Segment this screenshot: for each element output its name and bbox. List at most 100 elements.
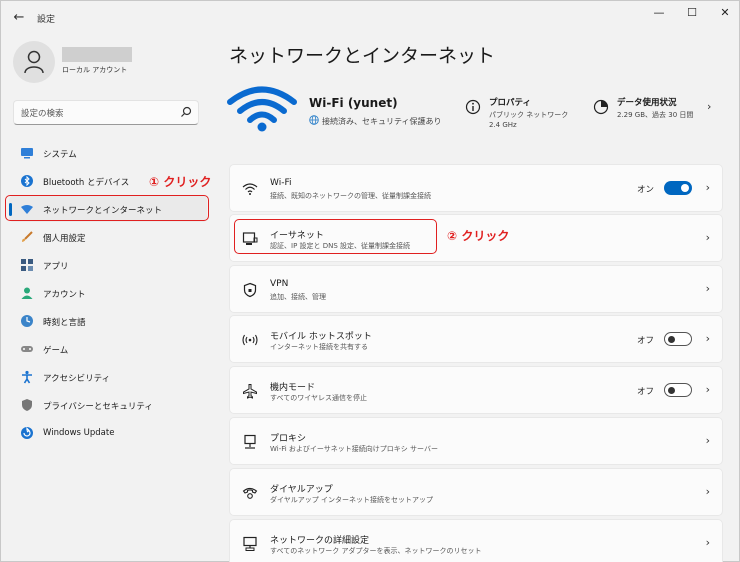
annotation-step-1: ① クリック	[149, 175, 212, 189]
sidebar-item-label: 時刻と言語	[43, 318, 86, 328]
sidebar-item-label: プライバシーとセキュリティ	[43, 402, 153, 412]
close-icon[interactable]: ✕	[714, 5, 736, 21]
app-title: 設定	[37, 15, 56, 25]
info-icon[interactable]	[465, 99, 481, 115]
advanced-network-icon	[243, 536, 257, 551]
sidebar-item-time-language[interactable]: 時刻と言語	[9, 308, 207, 334]
airplane-mode-toggle[interactable]	[664, 383, 692, 397]
sidebar-item-label: アカウント	[43, 290, 86, 300]
shield-icon	[22, 399, 32, 411]
sidebar-item-label: アクセシビリティ	[43, 374, 111, 384]
sidebar-item-windows-update[interactable]: Windows Update	[9, 420, 207, 446]
data-usage-title[interactable]: データ使用状況	[617, 96, 677, 108]
wifi-icon	[242, 183, 258, 195]
card-subtitle: すべてのネットワーク アダプターを表示、ネットワークのリセット	[270, 547, 482, 555]
sidebar-item-gaming[interactable]: ゲーム	[9, 336, 207, 362]
system-icon	[21, 148, 33, 159]
sidebar-item-privacy[interactable]: プライバシーとセキュリティ	[9, 392, 207, 418]
chevron-right-icon: ›	[705, 181, 710, 194]
properties-title[interactable]: プロパティ	[489, 96, 531, 108]
sidebar-item-accessibility[interactable]: アクセシビリティ	[9, 364, 207, 390]
sidebar-item-label: Windows Update	[43, 428, 115, 438]
dialup-icon	[242, 487, 258, 499]
card-subtitle: 接続、既知のネットワークの管理、従量制課金接続	[270, 192, 431, 200]
account-icon	[21, 287, 33, 299]
sidebar-item-personalization[interactable]: 個人用設定	[9, 224, 207, 250]
card-title: 機内モード	[270, 383, 316, 393]
card-airplane-mode[interactable]: 機内モード すべてのワイヤレス通信を停止 オフ ›	[229, 366, 723, 414]
card-mobile-hotspot[interactable]: モバイル ホットスポット インターネット接続を共有する オフ ›	[229, 315, 723, 363]
annotation-step-2: ② クリック	[447, 229, 510, 243]
card-subtitle: 追加、接続、管理	[270, 293, 326, 301]
toggle-state-label: オフ	[636, 336, 654, 346]
card-proxy[interactable]: プロキシ Wi-Fi およびイーサネット接続向けプロキシ サーバー ›	[229, 417, 723, 465]
wifi-large-icon	[227, 86, 297, 132]
properties-network-type: パブリック ネットワーク	[489, 111, 569, 119]
page-title: ネットワークとインターネット	[229, 45, 496, 67]
mobile-hotspot-toggle[interactable]	[664, 332, 692, 346]
minimize-icon[interactable]: —	[648, 5, 670, 21]
title-bar: ← 設定 — ☐ ✕	[1, 1, 740, 35]
toggle-state-label: オン	[636, 185, 654, 195]
network-status: 接続済み、セキュリティ保護あり	[322, 117, 442, 126]
vpn-shield-icon	[243, 282, 257, 298]
search-icon	[181, 106, 192, 117]
card-vpn[interactable]: VPN 追加、接続、管理 ›	[229, 265, 723, 313]
sidebar-item-system[interactable]: システム	[9, 140, 207, 166]
chevron-right-icon: ›	[705, 536, 710, 549]
sidebar-item-label: Bluetooth とデバイス	[43, 178, 130, 188]
properties-frequency: 2.4 GHz	[489, 121, 517, 129]
proxy-icon	[244, 434, 256, 449]
maximize-icon[interactable]: ☐	[681, 5, 703, 21]
bluetooth-icon	[21, 175, 33, 187]
card-subtitle: すべてのワイヤレス通信を停止	[270, 394, 368, 402]
user-name-redacted	[62, 47, 132, 62]
search-input[interactable]: 設定の検索	[21, 107, 64, 119]
airplane-icon	[243, 384, 257, 399]
brush-icon	[22, 231, 33, 242]
annotation-box-2	[234, 219, 437, 254]
settings-window: ← 設定 — ☐ ✕ ローカル アカウント 設定の検索 システム Bluetoo…	[0, 0, 740, 562]
annotation-box-1	[5, 195, 209, 221]
sidebar-item-label: システム	[43, 150, 77, 160]
chevron-right-icon: ›	[705, 434, 710, 447]
globe-icon	[309, 115, 319, 125]
search-box[interactable]: 設定の検索	[13, 100, 199, 125]
person-icon	[24, 50, 44, 74]
time-language-icon	[21, 315, 33, 327]
sidebar-item-apps[interactable]: アプリ	[9, 252, 207, 278]
card-advanced-network[interactable]: ネットワークの詳細設定 すべてのネットワーク アダプターを表示、ネットワークのリ…	[229, 519, 723, 562]
card-subtitle: ダイヤルアップ インターネット接続をセットアップ	[270, 496, 434, 504]
accessibility-icon	[22, 370, 32, 384]
card-title: ネットワークの詳細設定	[270, 536, 370, 546]
toggle-state-label: オフ	[636, 387, 654, 397]
data-usage-summary: 2.29 GB、過去 30 日間	[617, 111, 694, 119]
card-title: ダイヤルアップ	[270, 485, 333, 495]
card-subtitle: インターネット接続を共有する	[270, 343, 368, 351]
card-title: VPN	[270, 279, 289, 289]
avatar[interactable]	[13, 41, 55, 83]
chevron-right-icon: ›	[705, 282, 710, 295]
account-type: ローカル アカウント	[62, 66, 128, 74]
sidebar-item-label: ゲーム	[43, 346, 69, 356]
sidebar-item-label: アプリ	[43, 262, 69, 272]
chevron-right-icon: ›	[705, 332, 710, 345]
card-title: Wi-Fi	[270, 178, 292, 188]
card-dialup[interactable]: ダイヤルアップ ダイヤルアップ インターネット接続をセットアップ ›	[229, 468, 723, 516]
data-usage-icon[interactable]	[593, 99, 609, 115]
arrow-left-icon[interactable]: ←	[11, 10, 27, 26]
chevron-right-icon: ›	[705, 383, 710, 396]
sidebar-item-accounts[interactable]: アカウント	[9, 280, 207, 306]
card-wifi[interactable]: Wi-Fi 接続、既知のネットワークの管理、従量制課金接続 オン ›	[229, 164, 723, 212]
wifi-toggle[interactable]	[664, 181, 692, 195]
network-name: Wi-Fi (yunet)	[309, 96, 398, 110]
chevron-right-icon: ›	[705, 231, 710, 244]
chevron-right-icon: ›	[705, 485, 710, 498]
chevron-right-icon[interactable]: ›	[707, 100, 711, 113]
gamepad-icon	[21, 346, 33, 352]
sidebar-item-label: 個人用設定	[43, 234, 86, 244]
hotspot-icon	[242, 334, 258, 346]
card-subtitle: Wi-Fi およびイーサネット接続向けプロキシ サーバー	[270, 445, 438, 453]
update-icon	[21, 427, 33, 439]
card-title: モバイル ホットスポット	[270, 332, 372, 342]
